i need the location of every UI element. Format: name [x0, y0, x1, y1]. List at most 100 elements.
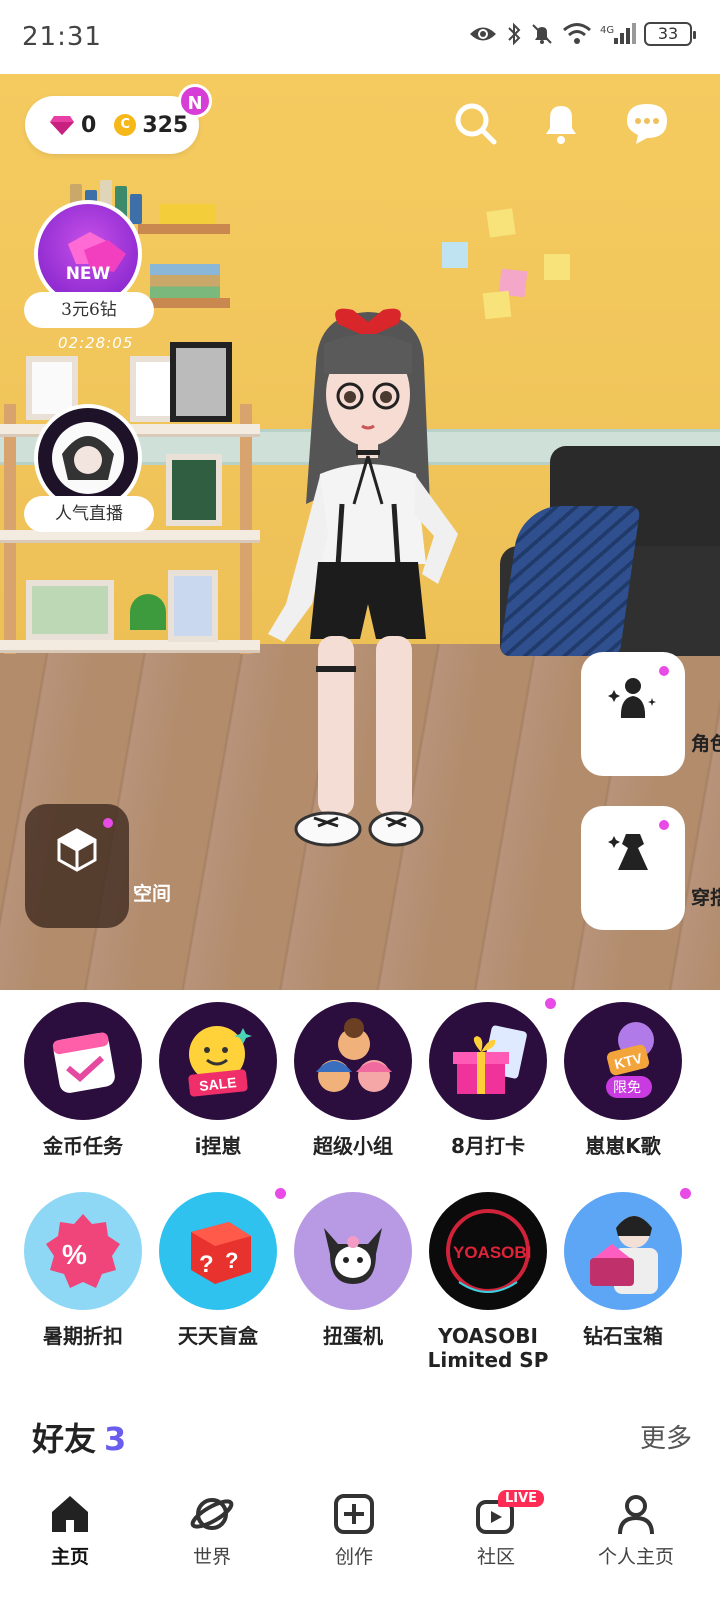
- wifi-icon: [563, 23, 591, 44]
- gift-box-icon: [429, 1002, 547, 1120]
- svg-text:?: ?: [199, 1251, 214, 1278]
- search-icon[interactable]: [452, 100, 498, 146]
- new-badge: NEW: [65, 264, 111, 284]
- tab-world[interactable]: 世界: [152, 1486, 272, 1569]
- space-button[interactable]: 空间: [25, 804, 171, 928]
- battery-indicator: 33: [644, 22, 696, 46]
- picture-frame: [26, 580, 114, 640]
- sofa: [499, 446, 720, 666]
- coin-icon: C: [114, 114, 137, 136]
- feature-label: 8月打卡: [451, 1134, 525, 1158]
- feature-daily-blindbox[interactable]: ?? 天天盲盒: [150, 1188, 286, 1348]
- tab-profile[interactable]: 个人主页: [576, 1486, 696, 1569]
- tab-label: 世界: [192, 1546, 231, 1568]
- home-icon: [52, 1496, 88, 1532]
- notification-dot: [659, 820, 669, 830]
- yoasobi-logo-icon: YOASOBI: [429, 1192, 547, 1310]
- feature-diamond-chest[interactable]: 钻石宝箱: [555, 1188, 691, 1348]
- feature-label: 崽崽K歌: [585, 1134, 661, 1158]
- tab-community[interactable]: LIVE 社区: [436, 1486, 556, 1569]
- potted-plant: [130, 594, 166, 630]
- cube-icon: [57, 828, 97, 872]
- feature-august-checkin[interactable]: 8月打卡: [420, 998, 556, 1158]
- event-countdown: 02:28:05: [58, 334, 134, 352]
- plus-square-icon: [334, 1494, 374, 1534]
- bottom-tab-bar: 主页 世界 创作 LIVE 社区 个人主页: [0, 1476, 720, 1600]
- chat-icon[interactable]: [624, 100, 670, 146]
- planet-icon: [190, 1498, 234, 1530]
- discount-badge-icon: %: [24, 1192, 142, 1310]
- feature-label: YOASOBI Limited SP: [427, 1324, 549, 1372]
- character-button[interactable]: 角色: [581, 652, 720, 776]
- eye-icon: [470, 27, 496, 41]
- live-stream-label[interactable]: 人气直播: [24, 496, 154, 532]
- bell-muted-icon: [532, 24, 552, 44]
- tab-label: 社区: [476, 1546, 515, 1568]
- person-icon: [618, 1495, 654, 1535]
- tab-label: 创作: [334, 1546, 373, 1568]
- svg-text:限免: 限免: [613, 1080, 641, 1096]
- picture-frame: [170, 342, 232, 422]
- bell-icon[interactable]: [538, 100, 584, 146]
- wall-shelf: [138, 224, 230, 234]
- feature-label: 超级小组: [313, 1134, 393, 1158]
- kuromi-icon: [294, 1192, 412, 1310]
- feature-summer-discount[interactable]: % 暑期折扣: [15, 1192, 151, 1348]
- friends-count: 3: [104, 1420, 127, 1458]
- feature-coin-tasks[interactable]: 金币任务: [15, 1002, 151, 1158]
- coin-count: 325: [142, 112, 189, 138]
- outfit-button[interactable]: 穿搭: [581, 806, 720, 930]
- diamond-icon: [50, 116, 74, 135]
- feature-label: 扭蛋机: [323, 1324, 383, 1348]
- character-sparkle-icon: [608, 678, 656, 718]
- group-faces-icon: [294, 1002, 412, 1120]
- cellular-signal-icon: 4G: [600, 23, 636, 44]
- feature-label: 天天盲盒: [178, 1324, 258, 1348]
- tab-label: 主页: [50, 1546, 89, 1568]
- currency-pill[interactable]: 0 C 325: [25, 96, 199, 154]
- notification-dot: [680, 1188, 691, 1199]
- avatar-character[interactable]: [258, 304, 478, 864]
- tab-home[interactable]: 主页: [10, 1486, 130, 1569]
- feature-label: 金币任务: [43, 1134, 123, 1158]
- new-notification-badge: N: [178, 84, 212, 118]
- picture-frame: [166, 454, 222, 526]
- streamer-avatar-icon: [52, 422, 124, 494]
- feature-super-group[interactable]: 超级小组: [285, 1002, 421, 1158]
- notification-dot: [103, 818, 113, 828]
- smiley-sale-icon: SALE: [159, 1002, 277, 1120]
- feature-label: 钻石宝箱: [583, 1324, 663, 1348]
- bluetooth-icon: [508, 22, 521, 46]
- treasure-chest-icon: [564, 1192, 682, 1310]
- feature-i-pinch[interactable]: SALE i捏崽: [150, 1002, 286, 1158]
- character-button-label: 角色: [690, 733, 720, 755]
- picture-frame: [168, 570, 218, 642]
- dress-sparkle-icon: [608, 834, 648, 870]
- tab-create[interactable]: 创作: [294, 1486, 414, 1569]
- feature-gacha[interactable]: 扭蛋机: [285, 1192, 421, 1348]
- event-promo-label[interactable]: 3元6钻: [24, 292, 154, 328]
- notification-dot: [659, 666, 669, 676]
- space-button-label: 空间: [132, 883, 171, 905]
- svg-text:%: %: [62, 1239, 87, 1270]
- friends-section-title: 好友 3: [32, 1414, 126, 1460]
- outfit-button-label: 穿搭: [690, 887, 720, 909]
- friends-more-link[interactable]: 更多: [640, 1418, 692, 1455]
- feature-label: 暑期折扣: [43, 1324, 123, 1348]
- shelf-book-stack: [160, 204, 216, 224]
- feature-karaoke[interactable]: KTV 限免 崽崽K歌: [555, 1002, 691, 1158]
- svg-text:?: ?: [225, 1248, 238, 1273]
- shelf-book-stack: [150, 264, 220, 298]
- diamond-count: 0: [81, 112, 97, 138]
- status-icons: 4G 33: [468, 22, 696, 46]
- mystery-box-icon: ??: [159, 1192, 277, 1310]
- calendar-check-icon: [24, 1002, 142, 1120]
- svg-text:YOASOBI: YOASOBI: [453, 1243, 531, 1262]
- tab-label: 个人主页: [597, 1546, 674, 1568]
- status-bar: 21:31 4G 33: [0, 0, 720, 74]
- svg-text:4G: 4G: [600, 25, 614, 36]
- feature-label: i捏崽: [194, 1134, 242, 1158]
- feature-yoasobi[interactable]: YOASOBI YOASOBI Limited SP: [420, 1192, 556, 1372]
- microphone-ktv-icon: KTV 限免: [564, 1002, 682, 1120]
- friends-title-text: 好友: [32, 1420, 97, 1458]
